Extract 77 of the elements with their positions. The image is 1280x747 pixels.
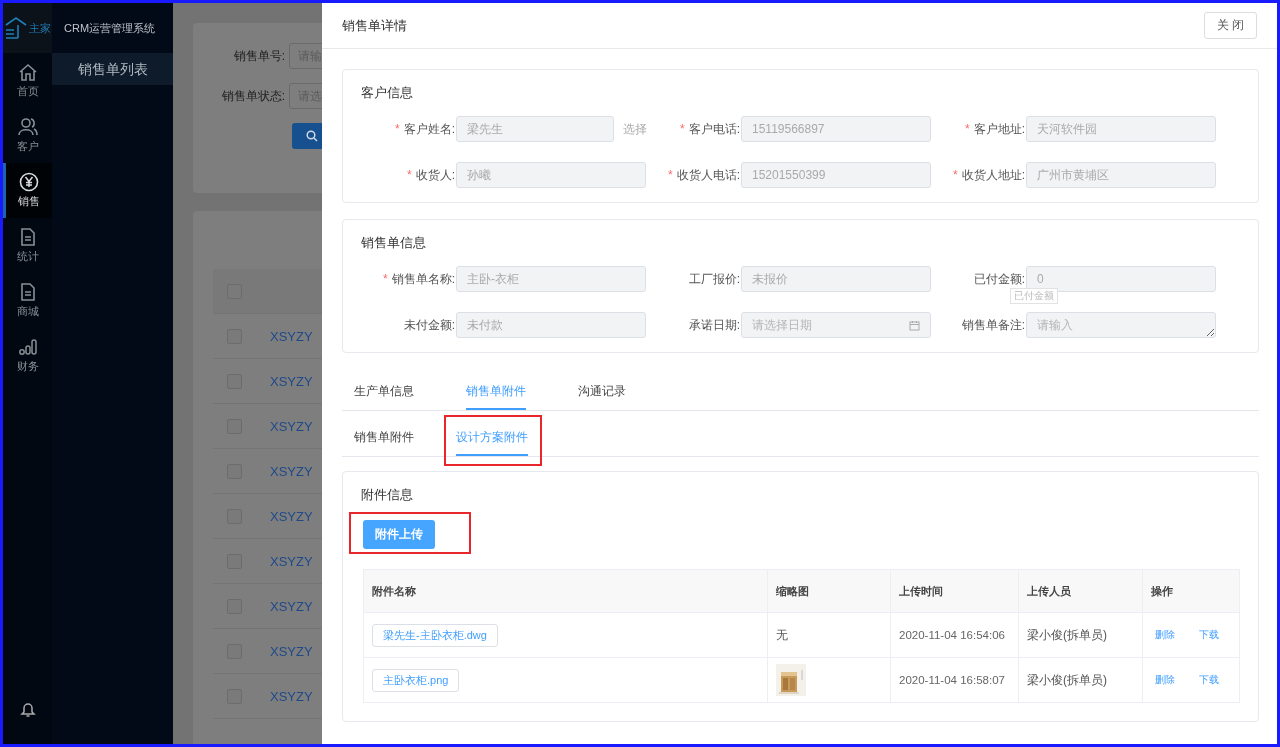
- close-button[interactable]: 关 闭: [1203, 12, 1257, 39]
- nav-item[interactable]: 统计: [3, 218, 52, 273]
- home-icon: [17, 62, 38, 82]
- tab[interactable]: 销售单附件: [466, 373, 526, 410]
- search-button[interactable]: [292, 123, 322, 149]
- field-label: 工厂报价:: [688, 270, 740, 288]
- order-link[interactable]: XSYZY: [270, 643, 313, 659]
- search-icon: [306, 130, 318, 142]
- action-link[interactable]: 下载: [1199, 628, 1219, 642]
- bar-chart-icon: [17, 337, 38, 357]
- order-link[interactable]: XSYZY: [270, 463, 313, 479]
- field-label: 已付金额:: [973, 270, 1025, 288]
- house-logo-icon: [4, 16, 28, 40]
- field-label: 收货人:: [415, 166, 455, 184]
- tab[interactable]: 沟通记录: [578, 373, 626, 410]
- nav-item[interactable]: 销售: [3, 163, 52, 218]
- table-cell: 2020-11-04 16:54:06: [890, 613, 1018, 657]
- table-cell: 2020-11-04 16:58:07: [890, 658, 1018, 702]
- field-label: 未付金额:: [403, 316, 455, 334]
- section-title: 销售单信息: [361, 234, 427, 252]
- file-link[interactable]: 梁先生-主卧衣柜.dwg: [372, 623, 498, 647]
- required-mark: *: [965, 122, 970, 136]
- file-link[interactable]: 主卧衣柜.png: [372, 668, 460, 692]
- select-link[interactable]: 选择: [623, 120, 647, 138]
- action-link[interactable]: 删除: [1155, 673, 1175, 687]
- field-label: 客户地址:: [973, 120, 1025, 138]
- logo-text: 主家: [29, 20, 51, 36]
- nav-item[interactable]: 财务: [3, 328, 52, 383]
- app-title: CRM运营管理系统: [63, 21, 157, 36]
- field-label: 客户电话:: [688, 120, 740, 138]
- order-link[interactable]: XSYZY: [270, 328, 313, 344]
- required-mark: *: [953, 168, 958, 182]
- required-mark: *: [383, 272, 388, 286]
- menu-item[interactable]: 销售单列表: [52, 53, 173, 85]
- field-label: 客户姓名:: [403, 120, 455, 138]
- order-link[interactable]: XSYZY: [270, 508, 313, 524]
- action-link[interactable]: 删除: [1155, 628, 1175, 642]
- action-link[interactable]: 下载: [1199, 673, 1219, 687]
- users-icon: [17, 117, 38, 137]
- order-link[interactable]: XSYZY: [270, 373, 313, 389]
- drawer-title: 销售单详情: [342, 16, 407, 35]
- tab[interactable]: 销售单附件: [354, 419, 414, 456]
- field-label: 承诺日期:: [688, 316, 740, 334]
- table-cell: 无: [767, 613, 890, 657]
- section-title: 客户信息: [361, 84, 414, 102]
- filter-label: 销售单状态:: [220, 87, 285, 105]
- nav-item[interactable]: 首页: [3, 53, 52, 108]
- table-cell: 梁小俊(拆单员): [1018, 658, 1142, 702]
- required-mark: *: [407, 168, 412, 182]
- calendar-icon: [909, 319, 920, 331]
- order-link[interactable]: XSYZY: [270, 598, 313, 614]
- tab[interactable]: 生产单信息: [354, 373, 414, 410]
- date-field[interactable]: 请选择日期: [741, 312, 931, 338]
- field-label: 销售单备注:: [961, 316, 1025, 334]
- nav-item[interactable]: 客户: [3, 108, 52, 163]
- required-mark: *: [680, 122, 685, 136]
- bell-icon: [17, 701, 38, 718]
- tab[interactable]: 设计方案附件: [456, 419, 528, 456]
- column-header: 附件名称: [371, 583, 417, 599]
- order-link[interactable]: XSYZY: [270, 688, 313, 704]
- field-label: 销售单名称:: [391, 270, 455, 288]
- field-label: 收货人地址:: [961, 166, 1025, 184]
- table-cell: 梁小俊(拆单员): [1018, 613, 1142, 657]
- column-header: 操作: [1142, 570, 1239, 612]
- section-title: 附件信息: [361, 486, 414, 504]
- column-header: 上传人员: [1018, 570, 1142, 612]
- column-header: 缩略图: [767, 570, 890, 612]
- required-mark: *: [395, 122, 400, 136]
- yen-icon: [19, 172, 39, 192]
- field-label: 收货人电话:: [676, 166, 740, 184]
- upload-button[interactable]: 附件上传: [363, 520, 435, 549]
- filter-label: 销售单号:: [232, 47, 285, 65]
- column-header: 上传时间: [890, 570, 1018, 612]
- required-mark: *: [668, 168, 673, 182]
- order-link[interactable]: XSYZY: [270, 418, 313, 434]
- order-link[interactable]: XSYZY: [270, 553, 313, 569]
- nav-item[interactable]: 商城: [3, 273, 52, 328]
